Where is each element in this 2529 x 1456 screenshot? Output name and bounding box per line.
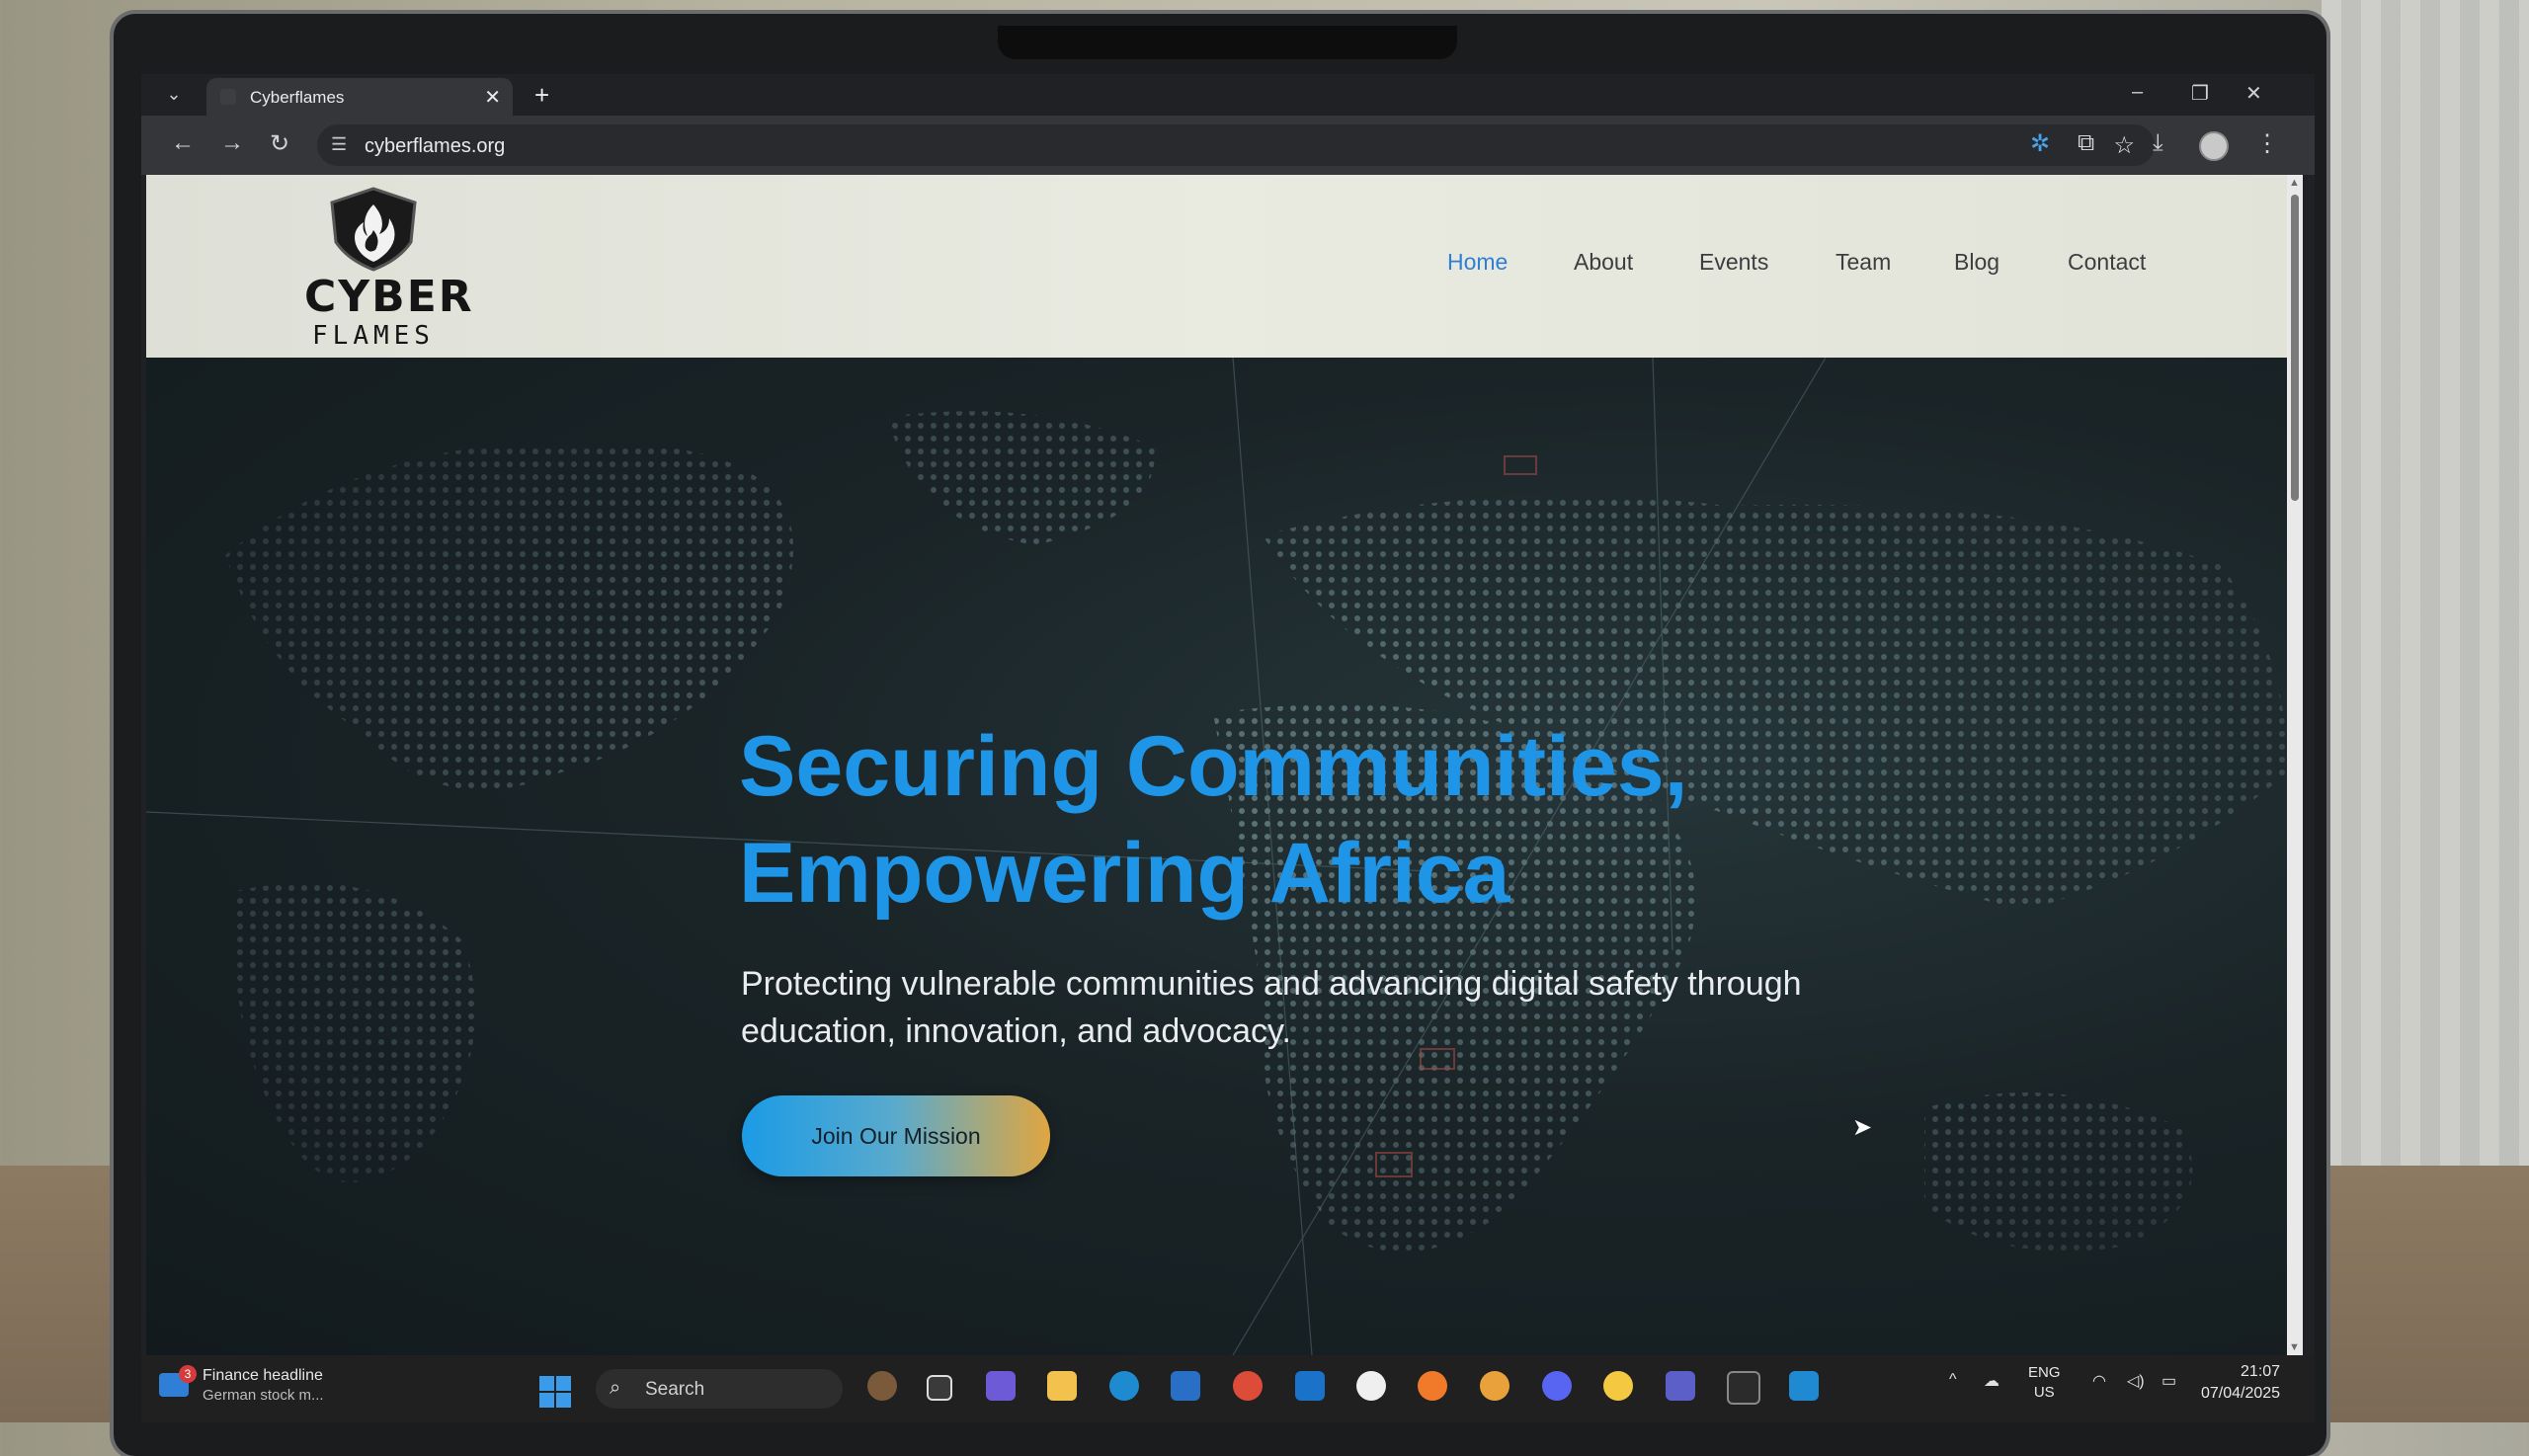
vscode-icon[interactable] [1789, 1371, 1819, 1401]
discord-icon[interactable] [1542, 1371, 1572, 1401]
chrome-profile-icon[interactable] [1480, 1371, 1509, 1401]
terminal-icon[interactable] [1727, 1371, 1760, 1405]
nav-team[interactable]: Team [1836, 249, 1891, 276]
site-header: CYBER FLAMES Home About Events Team Blog… [146, 175, 2288, 358]
nav-blog[interactable]: Blog [1954, 249, 1999, 276]
browser-tab[interactable]: Cyberflames ✕ [206, 78, 513, 116]
scrollbar-thumb[interactable] [2291, 195, 2299, 501]
reload-icon[interactable]: ↻ [270, 129, 289, 158]
taskbar-search[interactable]: ⌕ Search [596, 1369, 843, 1409]
minimize-button[interactable]: – [2132, 81, 2143, 104]
outlook-icon[interactable] [1295, 1371, 1325, 1401]
store-icon[interactable] [1171, 1371, 1200, 1401]
teams-icon[interactable] [1666, 1371, 1695, 1401]
vertical-scrollbar[interactable]: ▲ ▼ [2287, 175, 2303, 1355]
puzzle-extension-icon[interactable]: ⧉ [2078, 129, 2094, 157]
edge-icon[interactable] [1109, 1371, 1139, 1401]
wifi-icon[interactable]: ◠ [2092, 1371, 2106, 1391]
browser-toolbar: ← → ↻ ☰ cyberflames.org ☆ ✲ ⧉ ⤓ ⋮ [141, 116, 2315, 175]
nav-about[interactable]: About [1574, 249, 1633, 276]
battery-icon[interactable]: ▭ [2162, 1371, 2176, 1391]
tab-bar: ⌄ Cyberflames ✕ + – ❐ ✕ [141, 74, 2315, 116]
task-view-icon[interactable] [927, 1375, 952, 1401]
search-icon: ⌕ [610, 1377, 621, 1399]
onedrive-icon[interactable]: ☁ [1984, 1371, 1999, 1391]
restore-button[interactable]: ❐ [2191, 81, 2209, 106]
hero-title: Securing Communities, Empowering Africa [739, 719, 1688, 921]
logo-text-cyber: CYBER [304, 272, 474, 322]
postman-icon[interactable] [1418, 1371, 1447, 1401]
laptop-notch [998, 26, 1457, 59]
language-code: ENG [2028, 1364, 2061, 1381]
hero-subtitle: Protecting vulnerable communities and ad… [741, 965, 1802, 1050]
star-icon[interactable]: ☆ [2113, 131, 2135, 160]
menu-icon[interactable]: ⋮ [2255, 129, 2279, 158]
tray-chevron-icon[interactable]: ^ [1949, 1371, 1957, 1389]
mouse-cursor-icon: ➤ [1852, 1114, 1873, 1141]
linux-penguin-icon[interactable] [1356, 1371, 1386, 1401]
laptop-screen: ⌄ Cyberflames ✕ + – ❐ ✕ ← → ↻ ☰ cyberfla… [141, 74, 2315, 1422]
logo-text-flames: FLAMES [312, 321, 435, 351]
close-window-button[interactable]: ✕ [2245, 81, 2262, 106]
copilot-icon[interactable] [986, 1371, 1016, 1401]
site-info-icon[interactable]: ☰ [331, 134, 347, 155]
search-placeholder: Search [645, 1379, 705, 1400]
nav-home[interactable]: Home [1447, 249, 1508, 276]
shield-flame-icon [330, 187, 417, 272]
language-indicator[interactable]: ENG US [2028, 1363, 2061, 1403]
cat-widget-icon[interactable] [867, 1371, 897, 1401]
join-mission-button[interactable]: Join Our Mission [742, 1095, 1050, 1176]
tab-title: Cyberflames [250, 88, 345, 107]
scroll-up-icon[interactable]: ▲ [2289, 177, 2300, 189]
news-headline: Finance headline [203, 1367, 323, 1384]
clock-time: 21:07 [2241, 1363, 2281, 1380]
region-code: US [2033, 1384, 2055, 1401]
address-bar[interactable]: ☰ cyberflames.org ☆ [317, 124, 2155, 166]
clock-date: 07/04/2025 [2201, 1385, 2281, 1402]
news-badge: 3 [179, 1365, 197, 1383]
news-widget[interactable]: 3 Finance headline German stock m... [159, 1365, 436, 1415]
download-icon[interactable]: ⤓ [2153, 129, 2163, 157]
taskbar-clock[interactable]: 21:07 07/04/2025 [2201, 1361, 2280, 1405]
chrome-canary-icon[interactable] [1603, 1371, 1633, 1401]
scroll-down-icon[interactable]: ▼ [2289, 1341, 2300, 1353]
forward-icon[interactable]: → [220, 129, 244, 157]
file-explorer-icon[interactable] [1047, 1371, 1077, 1401]
volume-icon[interactable]: ◁) [2127, 1371, 2145, 1391]
windows-taskbar: 3 Finance headline German stock m... ⌕ S… [141, 1355, 2315, 1422]
back-icon[interactable]: ← [171, 129, 195, 157]
chrome-icon[interactable] [1233, 1371, 1263, 1401]
background-wall [2322, 0, 2529, 1166]
favicon-icon [220, 89, 236, 105]
hero-section: Securing Communities, Empowering Africa … [146, 358, 2288, 1355]
url-text[interactable]: cyberflames.org [365, 135, 505, 158]
new-tab-button[interactable]: + [534, 80, 549, 111]
tab-close-icon[interactable]: ✕ [484, 85, 501, 110]
extension-icon[interactable]: ✲ [2030, 129, 2050, 158]
profile-icon[interactable] [2199, 131, 2229, 161]
nav-events[interactable]: Events [1699, 249, 1768, 276]
webpage: CYBER FLAMES Home About Events Team Blog… [146, 175, 2288, 1355]
news-subheadline: German stock m... [203, 1387, 324, 1404]
windows-start-icon[interactable] [538, 1375, 572, 1409]
nav-contact[interactable]: Contact [2068, 249, 2146, 276]
cyberflames-logo[interactable]: CYBER FLAMES [304, 185, 474, 353]
tab-search-dropdown-icon[interactable]: ⌄ [161, 84, 187, 108]
